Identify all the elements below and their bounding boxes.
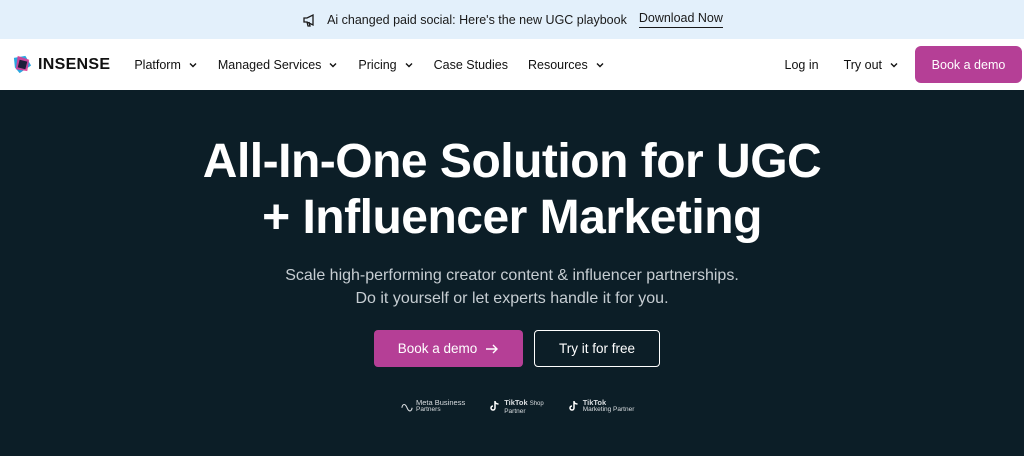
partner-line-2: Partners <box>416 406 441 413</box>
chevron-down-icon <box>329 62 337 67</box>
chevron-down-icon <box>596 62 604 67</box>
insense-logo[interactable]: INSENSE <box>12 54 110 75</box>
meta-partner-badge: Meta Business Partners <box>401 399 465 413</box>
nav-actions: Log in Try out Book a demo <box>785 46 1024 83</box>
hero-subheadline: Scale high-performing creator content & … <box>0 264 1024 310</box>
logo-mark-icon <box>13 55 32 74</box>
download-now-link[interactable]: Download Now <box>638 11 723 28</box>
tiktok-shop-partner-badge: TikTok Shop Partner <box>489 399 544 415</box>
menu-item-label: Case Studies <box>433 57 508 72</box>
menu-item-label: Managed Services <box>217 57 322 72</box>
main-menu: Platform Managed Services Pricing Case S… <box>134 58 624 72</box>
chevron-down-icon <box>405 62 413 67</box>
arrow-right-icon <box>486 344 499 353</box>
subheadline-line-1: Scale high-performing creator content & … <box>285 267 739 284</box>
headline-line-2: + Influencer Marketing <box>262 191 762 244</box>
announcement-message: Ai changed paid social: Here's the new U… <box>327 12 627 27</box>
partner-line-2: Marketing Partner <box>582 406 635 413</box>
hero-section: All-In-One Solution for UGC + Influencer… <box>0 90 1024 456</box>
partner-line-1b: Shop <box>529 401 544 407</box>
chevron-down-icon <box>189 62 197 67</box>
menu-item-label: Resources <box>528 57 588 72</box>
tiktok-icon <box>568 400 578 411</box>
tiktok-marketing-partner-badge: TikTok Marketing Partner <box>568 398 635 413</box>
announcement-bar: Ai changed paid social: Here's the new U… <box>0 0 1024 39</box>
partner-badges: Meta Business Partners TikTok Shop Partn… <box>401 399 658 415</box>
menu-item-pricing[interactable]: Pricing <box>358 58 413 72</box>
chevron-down-icon <box>890 62 898 67</box>
try-free-button[interactable]: Try it for free <box>534 330 660 367</box>
subheadline-line-2: Do it yourself or let experts handle it … <box>355 290 669 307</box>
headline-line-1: All-In-One Solution for UGC <box>202 135 822 188</box>
hero-cta-row: Book a demo Try it for free <box>374 330 660 367</box>
menu-item-label: Pricing <box>358 57 397 72</box>
login-link[interactable]: Log in <box>785 58 819 72</box>
partner-line-1: TikTok <box>504 398 528 407</box>
try-out-label: Try out <box>843 57 882 72</box>
menu-item-managed-services[interactable]: Managed Services <box>218 58 339 72</box>
partner-line-1: Meta Business <box>416 398 466 407</box>
book-demo-hero-button[interactable]: Book a demo <box>374 330 523 367</box>
top-nav: INSENSE Platform Managed Services Pricin… <box>0 39 1024 90</box>
book-demo-nav-button[interactable]: Book a demo <box>915 46 1022 83</box>
megaphone-icon <box>301 11 319 29</box>
meta-icon <box>401 403 413 412</box>
logo-wordmark: INSENSE <box>38 55 111 73</box>
try-out-menu[interactable]: Try out <box>844 58 899 72</box>
menu-item-resources[interactable]: Resources <box>528 58 605 72</box>
book-demo-label: Book a demo <box>397 341 478 356</box>
menu-item-label: Platform <box>134 57 181 72</box>
partner-line-2: Partner <box>504 408 526 415</box>
menu-item-case-studies[interactable]: Case Studies <box>434 58 508 72</box>
tiktok-icon <box>490 400 499 411</box>
hero-headline: All-In-One Solution for UGC + Influencer… <box>0 134 1024 246</box>
menu-item-platform[interactable]: Platform <box>134 58 198 72</box>
partner-line-1: TikTok <box>582 398 607 407</box>
